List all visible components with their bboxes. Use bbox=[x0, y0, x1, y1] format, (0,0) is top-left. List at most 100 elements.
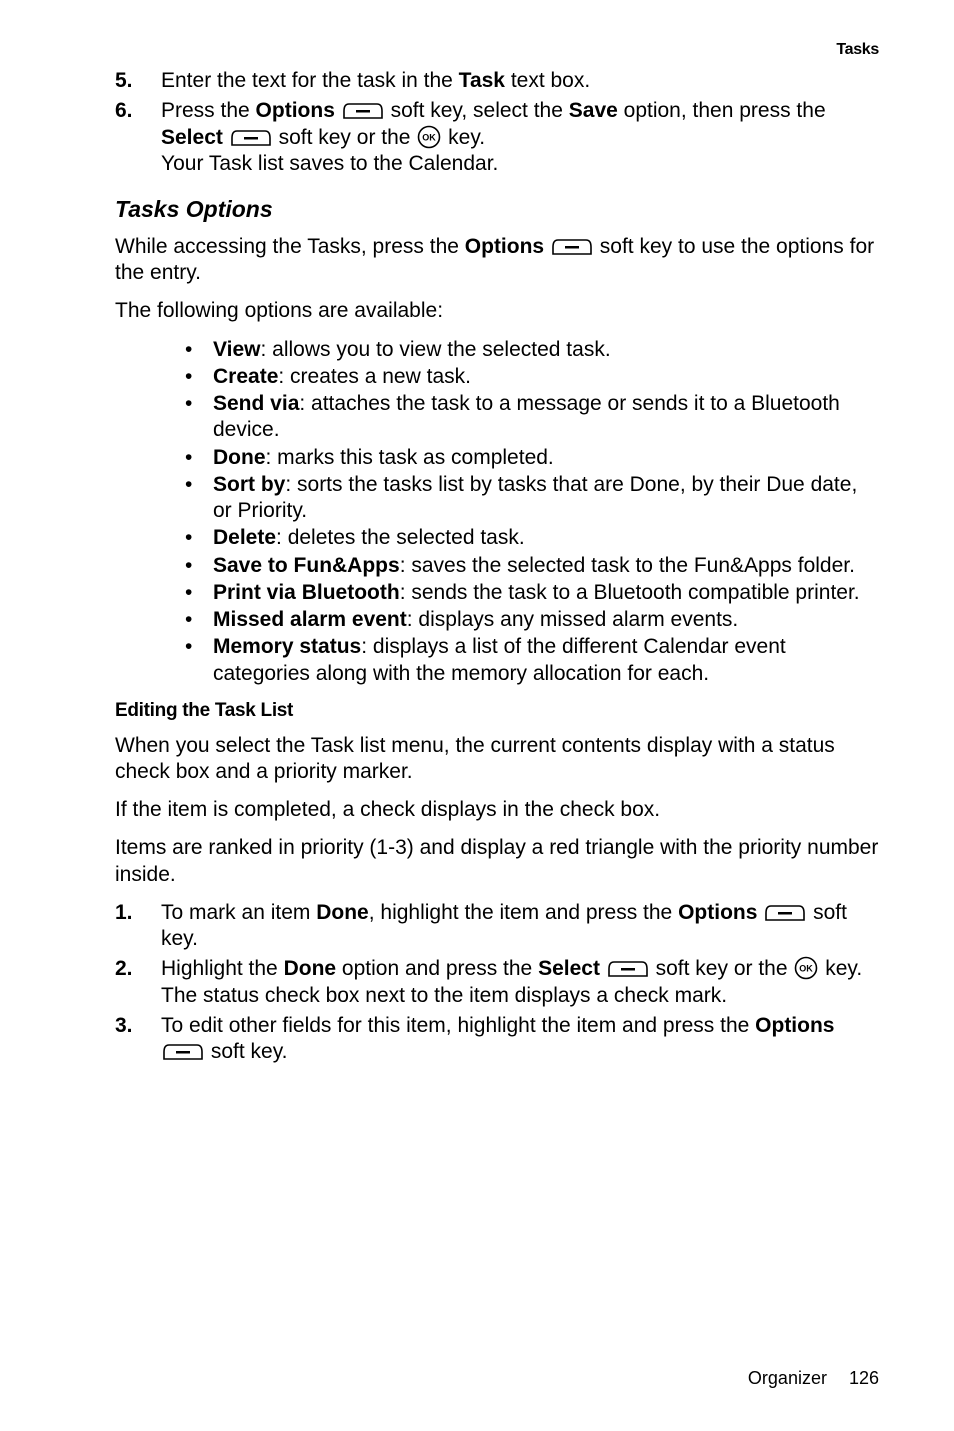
instruction-list-2: 1. To mark an item Done, highlight the i… bbox=[115, 900, 879, 1066]
bullet-icon: • bbox=[185, 337, 213, 363]
instruction-list-1: 5. Enter the text for the task in the Ta… bbox=[115, 68, 879, 177]
page-header: Tasks bbox=[115, 40, 879, 60]
text-fragment: Highlight the bbox=[161, 957, 284, 980]
step-b2: 2. Highlight the Done option and press t… bbox=[115, 956, 879, 1009]
text-bold: Select bbox=[161, 126, 223, 149]
bullet-icon: • bbox=[185, 580, 213, 606]
list-item: •Delete: deletes the selected task. bbox=[185, 525, 879, 551]
list-item: •Save to Fun&Apps: saves the selected ta… bbox=[185, 553, 879, 579]
bullet-icon: • bbox=[185, 445, 213, 471]
text-fragment: key. bbox=[825, 957, 862, 980]
text-fragment: Press the bbox=[161, 99, 256, 122]
ok-icon bbox=[794, 956, 818, 980]
paragraph: While accessing the Tasks, press the Opt… bbox=[115, 234, 879, 287]
list-item: •Missed alarm event: displays any missed… bbox=[185, 607, 879, 633]
option-desc: : attaches the task to a message or send… bbox=[213, 392, 840, 441]
bullet-icon: • bbox=[185, 391, 213, 444]
text-bold: Done bbox=[316, 901, 369, 924]
heading-tasks-options: Tasks Options bbox=[115, 195, 879, 224]
text-bold: Options bbox=[755, 1014, 834, 1037]
step-6-content: Press the Options soft key, select the S… bbox=[161, 98, 879, 177]
text-bold: Task bbox=[459, 69, 505, 92]
bullet-icon: • bbox=[185, 553, 213, 579]
option-label: Done bbox=[213, 446, 266, 469]
options-bullet-list: •View: allows you to view the selected t… bbox=[185, 337, 879, 687]
option-desc: : displays any missed alarm events. bbox=[407, 608, 738, 631]
option-label: Create bbox=[213, 365, 278, 388]
paragraph: If the item is completed, a check displa… bbox=[115, 797, 879, 823]
step-5: 5. Enter the text for the task in the Ta… bbox=[115, 68, 879, 94]
softkey-icon bbox=[163, 1041, 203, 1057]
text-fragment: key. bbox=[448, 126, 485, 149]
text-fragment: While accessing the Tasks, press the bbox=[115, 235, 465, 258]
option-label: Send via bbox=[213, 392, 299, 415]
softkey-icon bbox=[343, 100, 383, 116]
step-6: 6. Press the Options soft key, select th… bbox=[115, 98, 879, 177]
step-5-number: 5. bbox=[115, 68, 161, 94]
option-label: View bbox=[213, 338, 260, 361]
bullet-icon: • bbox=[185, 472, 213, 525]
step-5-content: Enter the text for the task in the Task … bbox=[161, 68, 879, 94]
option-desc: : sends the task to a Bluetooth compatib… bbox=[400, 581, 860, 604]
list-item: •Create: creates a new task. bbox=[185, 364, 879, 390]
text-fragment: To mark an item bbox=[161, 901, 316, 924]
paragraph: When you select the Task list menu, the … bbox=[115, 733, 879, 786]
softkey-icon bbox=[608, 958, 648, 974]
heading-editing-task-list: Editing the Task List bbox=[115, 699, 879, 723]
softkey-icon bbox=[765, 902, 805, 918]
text-bold: Save bbox=[569, 99, 618, 122]
footer-page-number: 126 bbox=[849, 1368, 879, 1388]
step-content: To mark an item Done, highlight the item… bbox=[161, 900, 879, 953]
option-label: Sort by bbox=[213, 473, 285, 496]
step-number: 2. bbox=[115, 956, 161, 1009]
text-fragment: soft key, select the bbox=[391, 99, 569, 122]
text-fragment: option and press the bbox=[336, 957, 538, 980]
text-bold: Done bbox=[284, 957, 337, 980]
option-desc: : sorts the tasks list by tasks that are… bbox=[213, 473, 857, 522]
option-label: Save to Fun&Apps bbox=[213, 554, 400, 577]
list-item: •Print via Bluetooth: sends the task to … bbox=[185, 580, 879, 606]
text-fragment: Enter the text for the task in the bbox=[161, 69, 459, 92]
softkey-icon bbox=[552, 236, 592, 252]
text-fragment: text box. bbox=[505, 69, 590, 92]
option-desc: : allows you to view the selected task. bbox=[260, 338, 610, 361]
option-label: Memory status bbox=[213, 635, 361, 658]
text-fragment: soft key. bbox=[211, 1040, 288, 1063]
ok-icon bbox=[417, 125, 441, 149]
bullet-icon: • bbox=[185, 525, 213, 551]
bullet-icon: • bbox=[185, 364, 213, 390]
text-fragment: soft key or the bbox=[656, 957, 794, 980]
paragraph: The following options are available: bbox=[115, 298, 879, 324]
option-label: Print via Bluetooth bbox=[213, 581, 400, 604]
paragraph: Items are ranked in priority (1-3) and d… bbox=[115, 835, 879, 888]
step-number: 1. bbox=[115, 900, 161, 953]
text-fragment: option, then press the bbox=[618, 99, 826, 122]
step-content: To edit other fields for this item, high… bbox=[161, 1013, 879, 1066]
option-desc: : creates a new task. bbox=[278, 365, 471, 388]
text-fragment: , highlight the item and press the bbox=[369, 901, 678, 924]
option-label: Delete bbox=[213, 526, 276, 549]
text-bold: Select bbox=[538, 957, 600, 980]
list-item: •Send via: attaches the task to a messag… bbox=[185, 391, 879, 444]
text-bold: Options bbox=[465, 235, 544, 258]
text-fragment: The status check box next to the item di… bbox=[161, 984, 727, 1007]
footer-chapter: Organizer bbox=[748, 1368, 827, 1388]
softkey-icon bbox=[231, 127, 271, 143]
list-item: •Memory status: displays a list of the d… bbox=[185, 634, 879, 687]
list-item: •Sort by: sorts the tasks list by tasks … bbox=[185, 472, 879, 525]
option-label: Missed alarm event bbox=[213, 608, 407, 631]
step-content: Highlight the Done option and press the … bbox=[161, 956, 879, 1009]
text-fragment: To edit other fields for this item, high… bbox=[161, 1014, 755, 1037]
text-bold: Options bbox=[678, 901, 757, 924]
option-desc: : deletes the selected task. bbox=[276, 526, 525, 549]
list-item: •Done: marks this task as completed. bbox=[185, 445, 879, 471]
page-footer: Organizer 126 bbox=[748, 1367, 879, 1390]
text-fragment: soft key or the bbox=[279, 126, 417, 149]
bullet-icon: • bbox=[185, 607, 213, 633]
step-b1: 1. To mark an item Done, highlight the i… bbox=[115, 900, 879, 953]
bullet-icon: • bbox=[185, 634, 213, 687]
step-6-number: 6. bbox=[115, 98, 161, 177]
option-desc: : saves the selected task to the Fun&App… bbox=[400, 554, 855, 577]
step-b3: 3. To edit other fields for this item, h… bbox=[115, 1013, 879, 1066]
step-number: 3. bbox=[115, 1013, 161, 1066]
